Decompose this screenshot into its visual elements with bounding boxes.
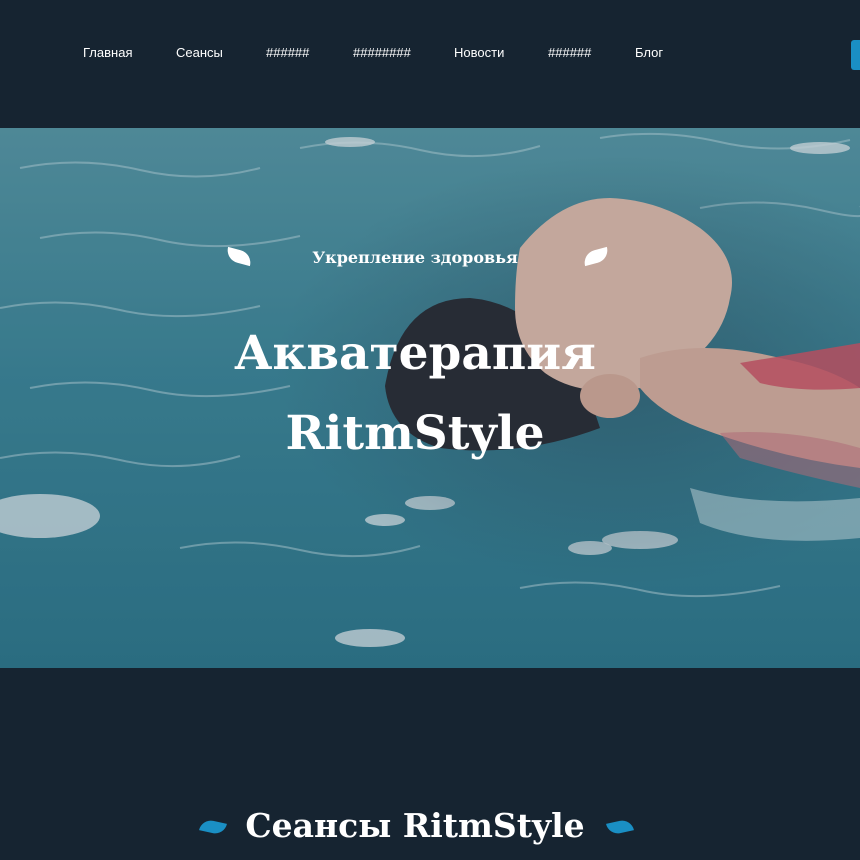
nav-item-hidden-2[interactable]: ######## (353, 45, 411, 61)
nav-item-news[interactable]: Новости (454, 45, 504, 61)
leaf-ornament-icon (606, 818, 634, 836)
hero-subtitle: Укрепление здоровья (312, 248, 518, 267)
nav-item-sessions[interactable]: Сеансы (176, 45, 223, 61)
nav-item-home[interactable]: Главная (83, 45, 132, 61)
sessions-section-title: Сеансы RitmStyle (245, 806, 585, 845)
hero-banner: Укрепление здоровья Акватерапия RitmStyl… (0, 128, 860, 668)
nav-item-hidden-1[interactable]: ###### (266, 45, 309, 61)
nav-item-hidden-3[interactable]: ###### (548, 45, 591, 61)
top-navigation: Главная Сеансы ###### ######## Новости #… (0, 0, 860, 128)
hero-title-line-1: Акватерапия (234, 326, 596, 381)
hero-title: Акватерапия RitmStyle (160, 314, 670, 474)
hero-title-line-2: RitmStyle (285, 406, 545, 461)
nav-item-blog[interactable]: Блог (635, 45, 663, 61)
nav-cta-button[interactable] (851, 40, 860, 70)
leaf-ornament-icon (199, 818, 227, 836)
page: Главная Сеансы ###### ######## Новости #… (0, 0, 860, 860)
